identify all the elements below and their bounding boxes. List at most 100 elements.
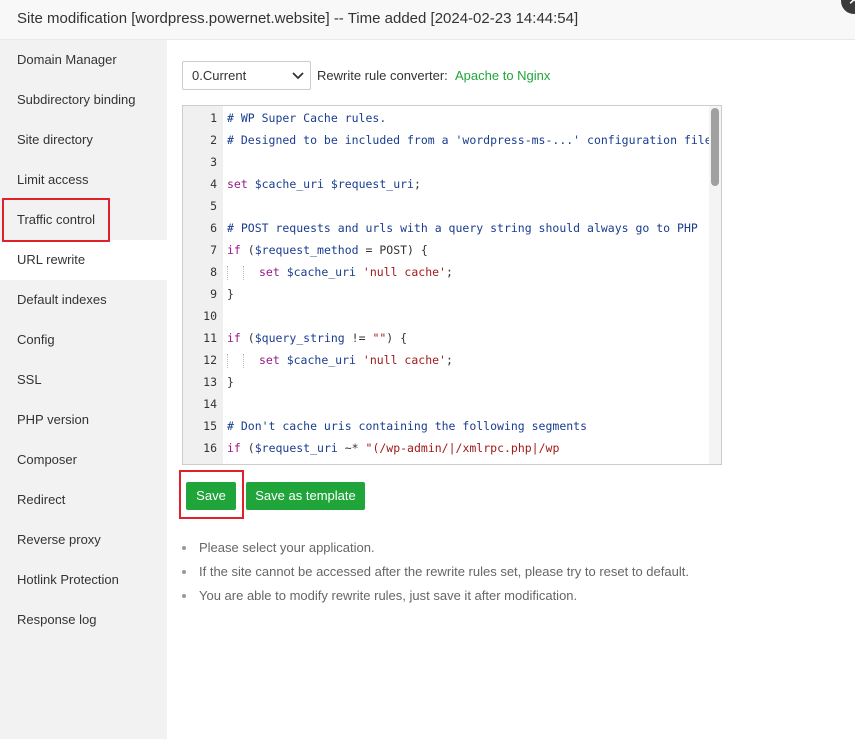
converter-label: Rewrite rule converter: xyxy=(317,68,448,83)
sidebar-item-config[interactable]: Config xyxy=(0,320,167,360)
line-code: set $cache_uri 'null cache'; xyxy=(227,349,453,371)
save-button[interactable]: Save xyxy=(186,482,236,510)
site-modification-dialog: Site modification [wordpress.powernet.we… xyxy=(0,0,855,739)
code-token: $request_uri xyxy=(254,441,338,455)
sidebar-item-response-log[interactable]: Response log xyxy=(0,600,167,640)
line-code: # Designed to be included from a 'wordpr… xyxy=(227,129,719,151)
sidebar-item-subdirectory-binding[interactable]: Subdirectory binding xyxy=(0,80,167,120)
sidebar-item-ssl[interactable]: SSL xyxy=(0,360,167,400)
code-line[interactable]: 7 if ($request_method = POST) { xyxy=(183,239,713,261)
line-code: # Don't cache uris containing the follow… xyxy=(227,415,587,437)
code-line[interactable]: 9} xyxy=(183,283,713,305)
code-token: # WP Super Cache rules. xyxy=(227,111,387,125)
sidebar-item-hotlink-protection[interactable]: Hotlink Protection xyxy=(0,560,167,600)
bullet-icon xyxy=(182,570,186,574)
code-token: # Designed to be included from a 'wordpr… xyxy=(227,133,719,147)
code-line[interactable]: 2 # Designed to be included from a 'wordp… xyxy=(183,129,719,151)
sidebar-item-php-version[interactable]: PHP version xyxy=(0,400,167,440)
sidebar-item-default-indexes[interactable]: Default indexes xyxy=(0,280,167,320)
code-token: ; xyxy=(445,353,453,367)
code-token: ( xyxy=(240,441,255,455)
code-line[interactable]: 3 xyxy=(183,151,713,173)
indent-guide xyxy=(227,353,228,368)
code-line[interactable]: 8 set $cache_uri 'null cache'; xyxy=(183,261,713,283)
code-token: } xyxy=(227,375,234,389)
code-line[interactable]: 6 # POST requests and urls with a query s… xyxy=(183,217,713,239)
code-token: set xyxy=(259,265,287,279)
line-number: 8 xyxy=(210,265,217,279)
save-as-template-button[interactable]: Save as template xyxy=(246,482,365,510)
code-token: ( xyxy=(240,243,255,257)
line-number: 1 xyxy=(210,111,217,125)
sidebar-item-reverse-proxy[interactable]: Reverse proxy xyxy=(0,520,167,560)
code-token: 'null cache' xyxy=(362,353,446,367)
code-line[interactable]: 4 set $cache_uri $request_uri; xyxy=(183,173,713,195)
line-number: 11 xyxy=(203,331,217,345)
code-token: = POST) { xyxy=(358,243,428,257)
code-line[interactable]: 13} xyxy=(183,371,713,393)
line-number: 7 xyxy=(210,243,217,257)
line-number: 12 xyxy=(203,353,217,367)
list-item: You are able to modify rewrite rules, ju… xyxy=(182,588,802,612)
sidebar-item-traffic-control[interactable]: Traffic control xyxy=(0,200,167,240)
line-number: 6 xyxy=(210,221,217,235)
sidebar-item-domain-manager[interactable]: Domain Manager xyxy=(0,40,167,80)
code-line[interactable]: 16 if ($request_uri ~* "(/wp-admin/|/xmlr… xyxy=(183,437,713,459)
bullet-icon xyxy=(182,594,186,598)
line-number: 2 xyxy=(210,133,217,147)
code-token: # Don't cache uris containing the follow… xyxy=(227,419,588,433)
code-line[interactable]: 10 xyxy=(183,305,713,327)
code-token: $cache_uri xyxy=(286,353,356,367)
code-line[interactable]: 15 # Don't cache uris containing the foll… xyxy=(183,415,713,437)
sidebar: Domain Manager Subdirectory binding Site… xyxy=(0,40,167,739)
code-token: set xyxy=(227,177,255,191)
line-number: 4 xyxy=(210,177,217,191)
line-number: 16 xyxy=(203,441,217,455)
main-panel: 0.Current Rewrite rule converter: Apache… xyxy=(167,40,855,739)
line-code: } xyxy=(227,371,234,393)
code-token: $cache_uri xyxy=(286,265,356,279)
code-token: if xyxy=(227,243,241,257)
sidebar-item-redirect[interactable]: Redirect xyxy=(0,480,167,520)
indent-guide xyxy=(243,353,244,368)
rewrite-rules-editor[interactable]: 1 # WP Super Cache rules. 2 # Designed to b… xyxy=(182,105,722,465)
list-item: If the site cannot be accessed after the… xyxy=(182,564,802,588)
code-line[interactable]: 14 xyxy=(183,393,713,415)
apache-to-nginx-link[interactable]: Apache to Nginx xyxy=(455,68,550,83)
line-number: 3 xyxy=(210,155,217,169)
code-line[interactable]: 11 if ($query_string != "") { xyxy=(183,327,713,349)
code-token: # POST requests and urls with a query st… xyxy=(227,221,698,235)
code-line[interactable]: 5 xyxy=(183,195,713,217)
code-token: $request_method xyxy=(254,243,359,257)
sidebar-item-site-directory[interactable]: Site directory xyxy=(0,120,167,160)
code-token: } xyxy=(227,287,234,301)
version-select[interactable]: 0.Current xyxy=(182,61,311,90)
code-token: "" xyxy=(372,331,387,345)
line-code: set $cache_uri 'null cache'; xyxy=(227,261,453,283)
code-token: ) { xyxy=(386,331,408,345)
editor-scrollbar-thumb[interactable] xyxy=(711,108,719,186)
line-code: if ($query_string != "") { xyxy=(227,327,407,349)
code-line[interactable]: 12 set $cache_uri 'null cache'; xyxy=(183,349,713,371)
line-number: 13 xyxy=(203,375,217,389)
code-token: != xyxy=(344,331,373,345)
code-token: ( xyxy=(240,331,255,345)
code-token: "(/wp-admin/|/xmlrpc.php|/wp xyxy=(365,441,560,455)
code-token: $cache_uri xyxy=(254,177,324,191)
indent-guide xyxy=(227,265,228,280)
tips-list: Please select your application. If the s… xyxy=(182,540,802,612)
version-select-value: 0.Current xyxy=(192,68,247,83)
sidebar-item-limit-access[interactable]: Limit access xyxy=(0,160,167,200)
chevron-down-icon xyxy=(292,62,304,89)
line-code: if ($request_uri ~* "(/wp-admin/|/xmlrpc… xyxy=(227,437,559,459)
editor-scrollbar[interactable] xyxy=(709,106,721,464)
sidebar-item-composer[interactable]: Composer xyxy=(0,440,167,480)
code-token: ; xyxy=(445,265,453,279)
code-line[interactable]: 1 # WP Super Cache rules. xyxy=(183,107,713,129)
code-token: set xyxy=(259,353,287,367)
line-number: 9 xyxy=(210,287,217,301)
sidebar-item-url-rewrite[interactable]: URL rewrite xyxy=(0,240,167,280)
